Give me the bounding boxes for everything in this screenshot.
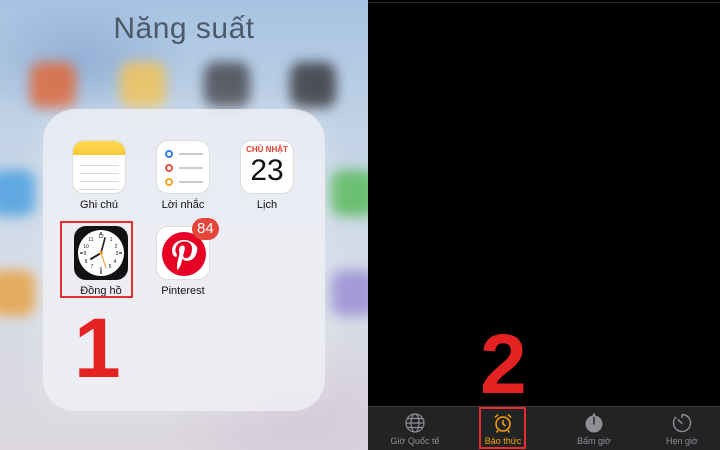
app-label: Lịch <box>256 199 278 211</box>
timer-icon <box>672 413 692 433</box>
stopwatch-icon <box>585 413 603 433</box>
blurred-app-icon <box>290 62 336 108</box>
tab-bar: Giờ Quốc tế Báo thức Bấm giờ Hẹn giờ <box>368 406 720 450</box>
top-divider <box>368 2 720 3</box>
app-label: Ghi chú <box>80 199 118 211</box>
blurred-app-icon <box>204 62 250 108</box>
app-label: Pinterest <box>161 285 205 297</box>
calendar-date: 23 <box>250 154 284 187</box>
tab-stopwatch[interactable]: Bấm giờ <box>550 407 638 450</box>
calendar-icon: CHỦ NHẬT 23 <box>240 140 294 194</box>
blurred-app-icon <box>0 170 36 216</box>
tab-label: Bấm giờ <box>577 436 611 446</box>
blurred-app-icon <box>30 62 76 108</box>
calendar-app[interactable]: CHỦ NHẬT 23 Lịch <box>225 140 309 211</box>
notes-app[interactable]: Ghi chú <box>57 140 141 211</box>
calendar-weekday: CHỦ NHẬT <box>246 145 288 154</box>
notes-icon <box>72 140 126 194</box>
blurred-app-icon <box>330 170 368 216</box>
tab-world-clock[interactable]: Giờ Quốc tế <box>371 407 459 450</box>
app-label: Lời nhắc <box>161 199 205 211</box>
notification-badge: 84 <box>192 218 219 240</box>
clock-app-screen: 2 Giờ Quốc tế Báo thức Bấm giờ Hẹn giờ <box>368 0 720 450</box>
tab-timer[interactable]: Hẹn giờ <box>638 407 720 450</box>
blurred-app-icon <box>0 270 36 316</box>
tab-label: Giờ Quốc tế <box>390 436 440 446</box>
step-number-1: 1 <box>74 301 121 395</box>
tab-label: Hẹn giờ <box>666 436 698 446</box>
blurred-app-icon <box>330 270 368 316</box>
reminders-icon <box>156 140 210 194</box>
reminders-app[interactable]: Lời nhắc <box>141 140 225 211</box>
folder-title: Năng suất <box>113 12 255 45</box>
home-screen-panel: Năng suất Ghi chú Lời nhắc CHỦ NHẬT 23 L… <box>0 0 368 450</box>
globe-icon <box>405 413 425 433</box>
blurred-app-icon <box>120 62 166 108</box>
alarm-tab-highlight <box>479 407 526 449</box>
step-number-2: 2 <box>480 317 527 411</box>
clock-app-highlight <box>60 221 133 298</box>
